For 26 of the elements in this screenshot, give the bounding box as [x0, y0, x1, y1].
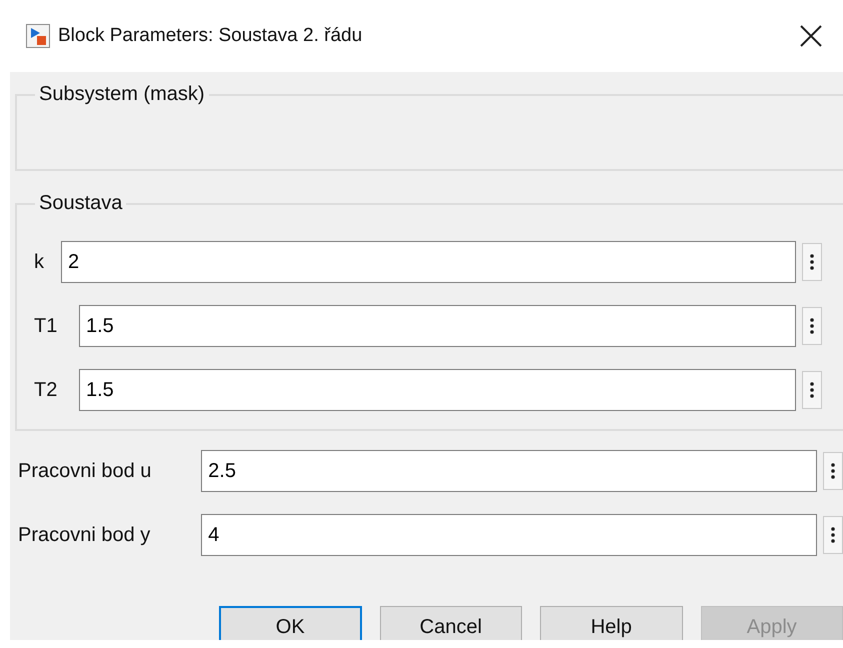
parameter-label: Pracovni bod u [18, 459, 152, 484]
parameter-label: T2 [34, 378, 58, 403]
more-button[interactable] [802, 243, 822, 281]
kebab-icon [810, 381, 814, 399]
parameter-label: T1 [34, 314, 58, 339]
parameter-field[interactable]: 1.5 [79, 305, 796, 347]
close-icon[interactable] [799, 24, 823, 48]
parameter-field[interactable]: 2 [61, 241, 796, 283]
more-button[interactable] [802, 307, 822, 345]
more-button[interactable] [823, 452, 843, 490]
more-button[interactable] [802, 371, 822, 409]
kebab-icon [831, 462, 836, 480]
kebab-icon [810, 253, 814, 271]
parameter-label: Pracovni bod y [18, 523, 152, 548]
dialog-button[interactable]: Cancel [380, 606, 522, 640]
window-title: Block Parameters: Soustava 2. řádu [58, 24, 362, 48]
more-button[interactable] [823, 516, 843, 554]
dialog-button[interactable]: OK [219, 606, 362, 640]
parameter-field[interactable]: 1.5 [79, 369, 796, 411]
parameter-field[interactable]: 2.5 [201, 450, 818, 492]
dialog-button[interactable]: Help [540, 606, 683, 640]
parameter-label: k [34, 250, 45, 275]
app-icon [26, 24, 50, 48]
parameter-field[interactable]: 4 [201, 514, 818, 556]
kebab-icon [831, 526, 836, 544]
kebab-icon [810, 317, 814, 335]
